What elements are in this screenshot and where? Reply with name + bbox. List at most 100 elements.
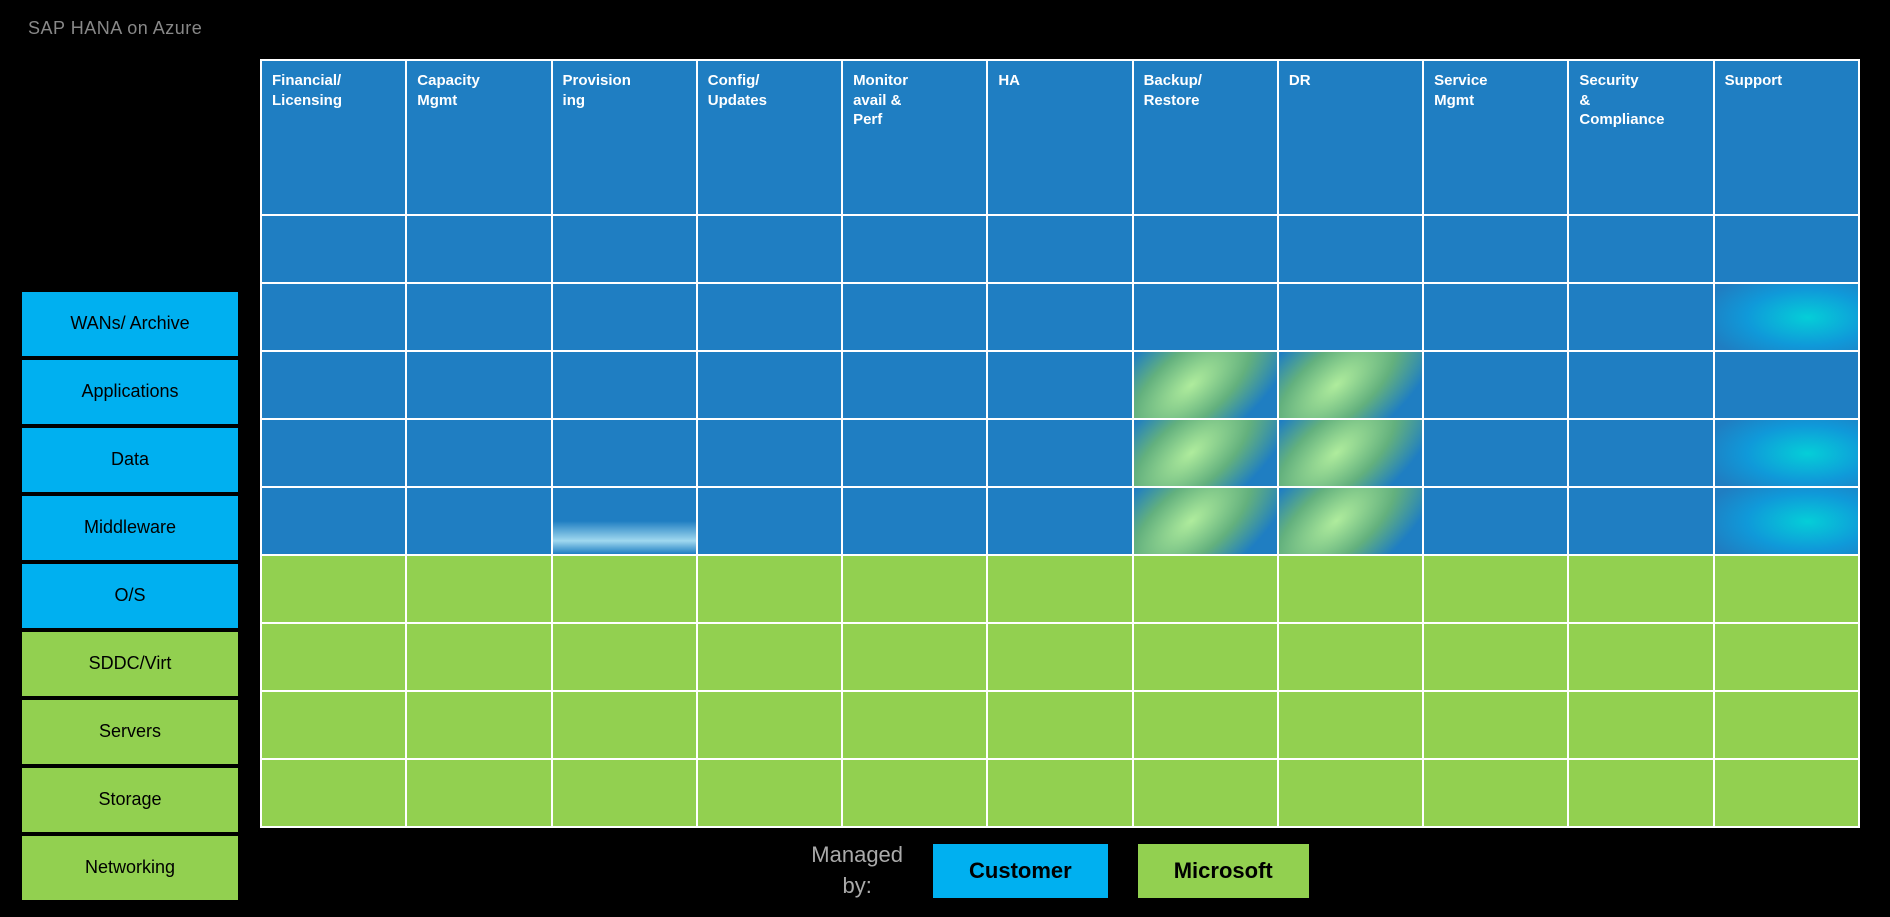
- cell-r9-c2: [406, 759, 551, 827]
- page-title: SAP HANA on Azure: [0, 0, 1890, 39]
- cell-r3-c2: [406, 351, 551, 419]
- cell-r3-c6: [987, 351, 1132, 419]
- col-security: Security&Compliance: [1568, 60, 1713, 215]
- cell-r2-c9: [1423, 283, 1568, 351]
- cell-r7-c7: [1133, 623, 1278, 691]
- legend-container: Managed by: Customer Microsoft: [260, 840, 1860, 902]
- cell-r5-c8: [1278, 487, 1423, 555]
- table-row: [261, 555, 1859, 623]
- cell-r9-c10: [1568, 759, 1713, 827]
- cell-r9-c7: [1133, 759, 1278, 827]
- cell-r7-c9: [1423, 623, 1568, 691]
- table-row: [261, 487, 1859, 555]
- cell-r7-c8: [1278, 623, 1423, 691]
- legend-customer-badge: Customer: [933, 844, 1108, 898]
- sidebar-item-middleware[interactable]: Middleware: [20, 494, 240, 562]
- cell-r7-c3: [552, 623, 697, 691]
- cell-r5-c6: [987, 487, 1132, 555]
- legend-managed-by-label: Managed by:: [811, 840, 903, 902]
- cell-r2-c11: [1714, 283, 1859, 351]
- cell-r6-c2: [406, 555, 551, 623]
- sidebar-item-sddc[interactable]: SDDC/Virt: [20, 630, 240, 698]
- cell-r2-c10: [1568, 283, 1713, 351]
- cell-r1-c5: [842, 215, 987, 283]
- sidebar-item-servers[interactable]: Servers: [20, 698, 240, 766]
- cell-r4-c4: [697, 419, 842, 487]
- table-row: [261, 283, 1859, 351]
- table-row: [261, 419, 1859, 487]
- cell-r6-c10: [1568, 555, 1713, 623]
- cell-r1-c9: [1423, 215, 1568, 283]
- col-ha: HA: [987, 60, 1132, 215]
- sidebar-item-storage[interactable]: Storage: [20, 766, 240, 834]
- cell-r1-c3: [552, 215, 697, 283]
- cell-r6-c7: [1133, 555, 1278, 623]
- sidebar-item-applications[interactable]: Applications: [20, 358, 240, 426]
- main-grid: Financial/Licensing CapacityMgmt Provisi…: [260, 59, 1860, 902]
- cell-r8-c8: [1278, 691, 1423, 759]
- sidebar-item-os[interactable]: O/S: [20, 562, 240, 630]
- cell-r2-c2: [406, 283, 551, 351]
- cell-r9-c1: [261, 759, 406, 827]
- cell-r4-c11: [1714, 419, 1859, 487]
- col-config: Config/Updates: [697, 60, 842, 215]
- col-capacity: CapacityMgmt: [406, 60, 551, 215]
- cell-r3-c1: [261, 351, 406, 419]
- cell-r3-c4: [697, 351, 842, 419]
- cell-r6-c3: [552, 555, 697, 623]
- cell-r8-c4: [697, 691, 842, 759]
- cell-r5-c2: [406, 487, 551, 555]
- cell-r6-c11: [1714, 555, 1859, 623]
- cell-r3-c5: [842, 351, 987, 419]
- col-dr: DR: [1278, 60, 1423, 215]
- table-row: [261, 623, 1859, 691]
- table-row: [261, 691, 1859, 759]
- cell-r6-c5: [842, 555, 987, 623]
- cell-r1-c1: [261, 215, 406, 283]
- cell-r3-c11: [1714, 351, 1859, 419]
- cell-r8-c2: [406, 691, 551, 759]
- sidebar-item-networking[interactable]: Networking: [20, 834, 240, 902]
- cell-r3-c9: [1423, 351, 1568, 419]
- cell-r9-c4: [697, 759, 842, 827]
- cell-r4-c10: [1568, 419, 1713, 487]
- cell-r7-c4: [697, 623, 842, 691]
- cell-r6-c9: [1423, 555, 1568, 623]
- cell-r2-c5: [842, 283, 987, 351]
- cell-r4-c8: [1278, 419, 1423, 487]
- cell-r5-c10: [1568, 487, 1713, 555]
- cell-r9-c3: [552, 759, 697, 827]
- col-monitor: Monitoravail &Perf: [842, 60, 987, 215]
- cell-r6-c6: [987, 555, 1132, 623]
- cell-r1-c7: [1133, 215, 1278, 283]
- cell-r5-c1: [261, 487, 406, 555]
- cell-r5-c9: [1423, 487, 1568, 555]
- cell-r4-c9: [1423, 419, 1568, 487]
- cell-r6-c8: [1278, 555, 1423, 623]
- cell-r5-c5: [842, 487, 987, 555]
- col-backup: Backup/Restore: [1133, 60, 1278, 215]
- cell-r1-c4: [697, 215, 842, 283]
- cell-r7-c2: [406, 623, 551, 691]
- col-provisioning: Provisioning: [552, 60, 697, 215]
- cell-r3-c7: [1133, 351, 1278, 419]
- col-financial: Financial/Licensing: [261, 60, 406, 215]
- cell-r3-c3: [552, 351, 697, 419]
- cell-r2-c7: [1133, 283, 1278, 351]
- cell-r8-c6: [987, 691, 1132, 759]
- cell-r7-c6: [987, 623, 1132, 691]
- cell-r4-c2: [406, 419, 551, 487]
- cell-r1-c2: [406, 215, 551, 283]
- cell-r1-c8: [1278, 215, 1423, 283]
- cell-r5-c11: [1714, 487, 1859, 555]
- sidebar: WANs/ Archive Applications Data Middlewa…: [20, 59, 240, 902]
- cell-r8-c7: [1133, 691, 1278, 759]
- sidebar-item-data[interactable]: Data: [20, 426, 240, 494]
- cell-r4-c5: [842, 419, 987, 487]
- cell-r5-c4: [697, 487, 842, 555]
- cell-r1-c6: [987, 215, 1132, 283]
- cell-r2-c3: [552, 283, 697, 351]
- cell-r8-c3: [552, 691, 697, 759]
- sidebar-item-wans[interactable]: WANs/ Archive: [20, 290, 240, 358]
- cell-r2-c1: [261, 283, 406, 351]
